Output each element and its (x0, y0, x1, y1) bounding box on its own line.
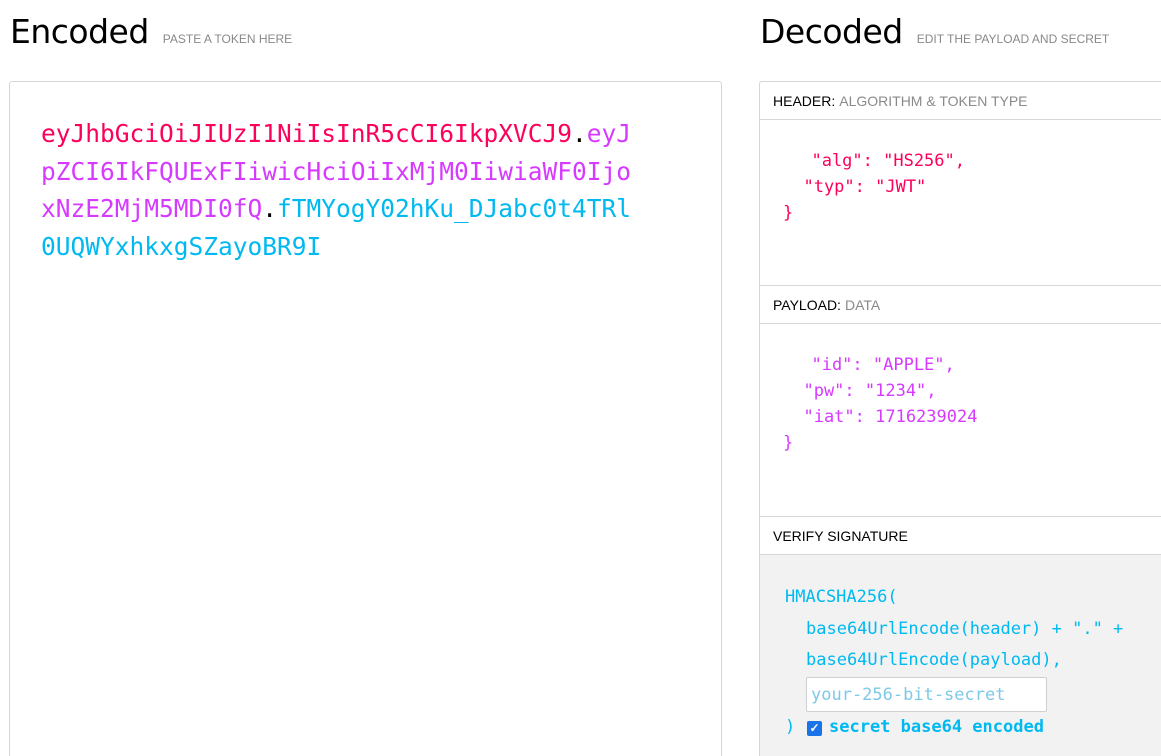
encoded-token-textarea[interactable]: eyJhbGciOiJIUzI1NiIsInR5cCI6IkpXVCJ9.eyJ… (9, 81, 722, 756)
header-section-sublabel: ALGORITHM & TOKEN TYPE (839, 93, 1028, 109)
secret-input[interactable] (806, 677, 1047, 712)
encoded-title: Encoded (10, 12, 149, 51)
header-section-label: HEADER: (773, 93, 836, 109)
checkmark-icon: ✓ (809, 721, 820, 735)
base64-encoded-label[interactable]: secret base64 encoded (829, 717, 1044, 737)
payload-section-label: PAYLOAD: (773, 297, 841, 313)
payload-json-text: "id": "APPLE", "pw": "1234", "iat": 1716… (783, 355, 978, 453)
token-header-part: eyJhbGciOiJIUzI1NiIsInR5cCI6IkpXVCJ9 (41, 119, 573, 148)
verify-section-heading: VERIFY SIGNATURE (760, 517, 1161, 555)
decoded-title-group: Decoded EDIT THE PAYLOAD AND SECRET (760, 12, 1109, 51)
header-encode-line: base64UrlEncode(header) + "." + (806, 619, 1124, 639)
hmac-function-line: HMACSHA256( (785, 587, 898, 607)
decoded-title: Decoded (760, 12, 903, 51)
payload-section-sublabel: DATA (844, 297, 881, 313)
decoded-subtitle: EDIT THE PAYLOAD AND SECRET (916, 32, 1110, 46)
header-section-heading: HEADER: ALGORITHM & TOKEN TYPE (760, 82, 1161, 120)
decoded-panel: HEADER: ALGORITHM & TOKEN TYPE "alg": "HS… (759, 81, 1161, 756)
encoded-subtitle: PASTE A TOKEN HERE (162, 32, 293, 46)
payload-section-heading: PAYLOAD: DATA (760, 286, 1161, 324)
token-dot-1: . (572, 119, 587, 148)
token-dot-2: . (262, 194, 278, 223)
verify-signature-body: HMACSHA256( base64UrlEncode(header) + ".… (760, 555, 1161, 756)
encoded-title-group: Encoded PASTE A TOKEN HERE (10, 12, 292, 51)
base64-encoded-checkbox[interactable]: ✓ (807, 721, 822, 736)
payload-json-editor[interactable]: "id": "APPLE", "pw": "1234", "iat": 1716… (783, 352, 977, 456)
header-json-editor[interactable]: "alg": "HS256", "typ": "JWT" } (783, 148, 965, 226)
header-json-text: "alg": "HS256", "typ": "JWT" } (783, 151, 965, 223)
payload-encode-line: base64UrlEncode(payload), (806, 650, 1062, 670)
encoded-token-text[interactable]: eyJhbGciOiJIUzI1NiIsInR5cCI6IkpXVCJ9.eyJ… (41, 115, 641, 265)
close-paren: ) (785, 717, 796, 737)
verify-section-label: VERIFY SIGNATURE (773, 528, 908, 544)
